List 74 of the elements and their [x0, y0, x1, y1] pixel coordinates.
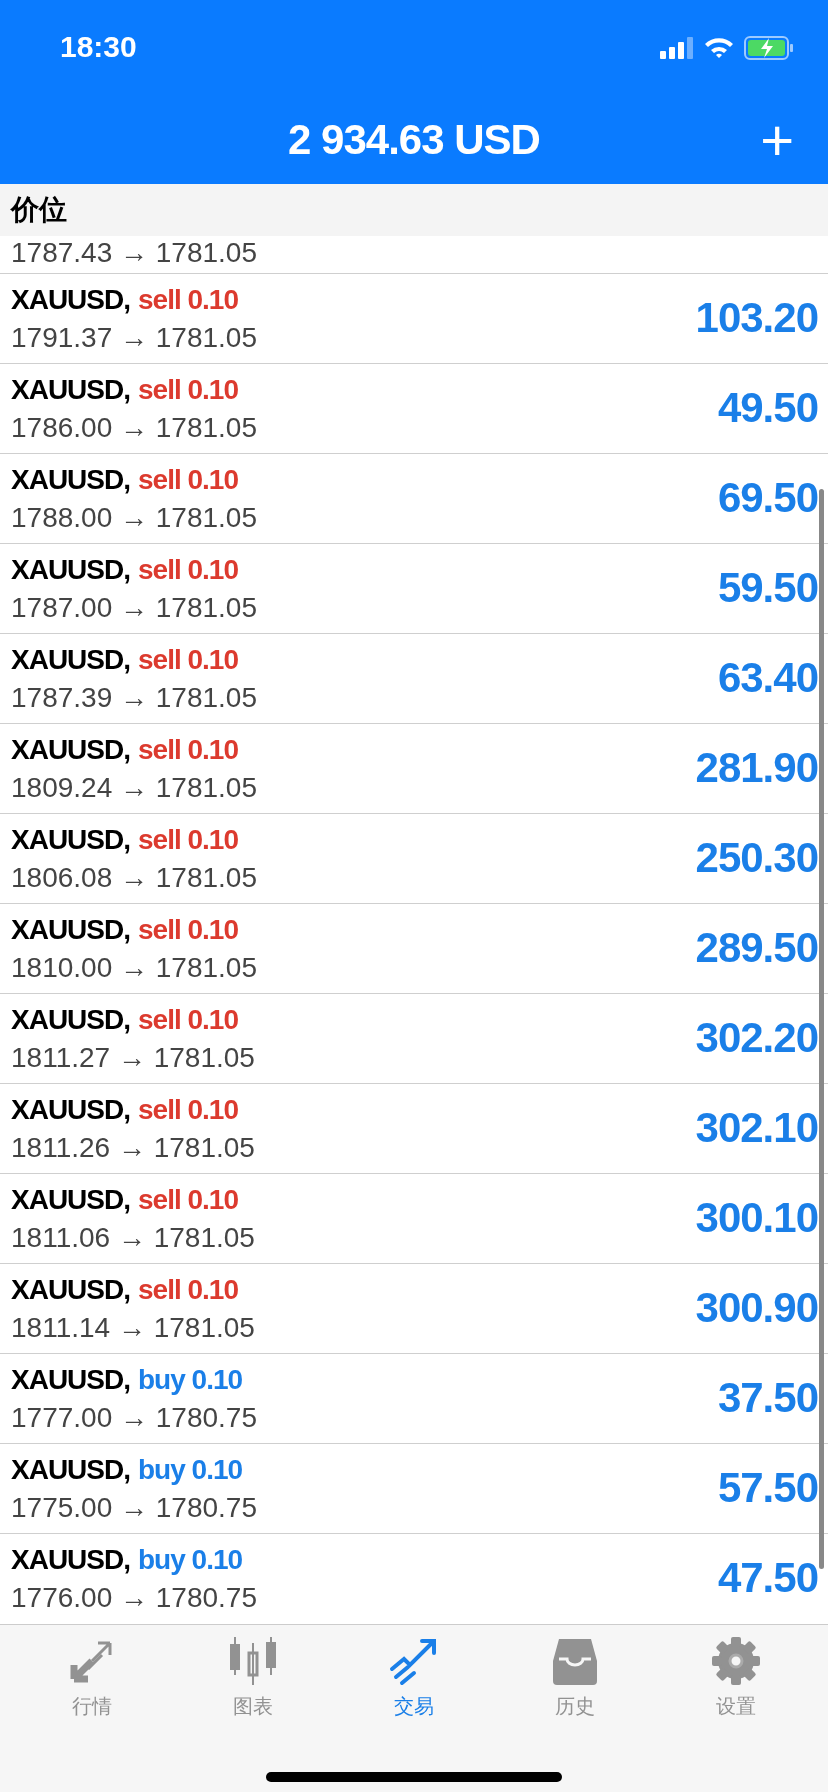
price-range: 1811.26 → 1781.05	[11, 1132, 255, 1164]
tab-item[interactable]: 行情	[32, 1635, 153, 1720]
symbol-label: XAUUSD,	[11, 464, 130, 496]
price-range: 1786.00 → 1781.05	[11, 412, 257, 444]
battery-charging-icon	[744, 36, 794, 60]
symbol-label: XAUUSD,	[11, 554, 130, 586]
profit-value: 302.10	[695, 1104, 818, 1152]
order-label: sell 0.10	[138, 554, 238, 586]
order-label: sell 0.10	[138, 1274, 238, 1306]
tab-item[interactable]: 设置	[675, 1635, 796, 1720]
order-label: sell 0.10	[138, 464, 238, 496]
profit-value: 69.50	[717, 474, 818, 522]
profit-value: 300.10	[695, 1194, 818, 1242]
symbol-label: XAUUSD,	[11, 1544, 130, 1576]
price-range: 1787.43 → 1781.05	[11, 237, 257, 269]
add-button[interactable]: +	[754, 110, 800, 170]
tab-item[interactable]: 交易	[354, 1635, 474, 1720]
order-label: sell 0.10	[138, 914, 238, 946]
symbol-label: XAUUSD,	[11, 824, 130, 856]
symbol-label: XAUUSD,	[11, 284, 130, 316]
price-range: 1776.00 → 1780.75	[11, 1582, 257, 1614]
tab-item[interactable]: 历史	[514, 1635, 635, 1720]
profit-value: 47.50	[717, 1554, 818, 1602]
profit-value: 250.30	[695, 834, 818, 882]
price-range: 1806.08 → 1781.05	[11, 862, 257, 894]
tab-item[interactable]: 图表	[193, 1635, 314, 1720]
symbol-label: XAUUSD,	[11, 1094, 130, 1126]
order-label: buy 0.10	[138, 1454, 243, 1486]
symbol-label: XAUUSD,	[11, 734, 130, 766]
profit-value: 103.20	[695, 294, 818, 342]
price-range: 1809.24 → 1781.05	[11, 772, 257, 804]
profit-value: 302.20	[695, 1014, 818, 1062]
profit-value: 57.50	[717, 1464, 818, 1512]
price-range: 1811.27 → 1781.05	[11, 1042, 255, 1074]
symbol-label: XAUUSD,	[11, 1274, 130, 1306]
profit-value: 37.50	[717, 1374, 818, 1422]
signal-icon	[660, 37, 694, 59]
symbol-label: XAUUSD,	[11, 1004, 130, 1036]
price-range: 1787.39 → 1781.05	[11, 682, 257, 714]
section-title: 价位	[11, 193, 67, 227]
profit-value: 289.50	[695, 924, 818, 972]
order-label: buy 0.10	[138, 1544, 243, 1576]
order-label: sell 0.10	[138, 1184, 238, 1216]
symbol-label: XAUUSD,	[11, 644, 130, 676]
order-label: sell 0.10	[138, 644, 238, 676]
order-label: sell 0.10	[138, 374, 238, 406]
price-range: 1811.06 → 1781.05	[11, 1222, 255, 1254]
price-range: 1787.00 → 1781.05	[11, 592, 257, 624]
price-range: 1788.00 → 1781.05	[11, 502, 257, 534]
profit-value: 59.50	[717, 564, 818, 612]
profit-value: 49.50	[717, 384, 818, 432]
wifi-icon	[704, 37, 734, 59]
symbol-label: XAUUSD,	[11, 1184, 130, 1216]
order-label: sell 0.10	[138, 1004, 238, 1036]
order-label: sell 0.10	[138, 1094, 238, 1126]
balance-title: 2 934.63 USD	[288, 116, 540, 164]
order-label: sell 0.10	[138, 824, 238, 856]
price-range: 1811.14 → 1781.05	[11, 1312, 255, 1344]
status-time: 18:30	[60, 30, 137, 64]
price-range: 1791.37 → 1781.05	[11, 322, 257, 354]
symbol-label: XAUUSD,	[11, 1454, 130, 1486]
price-range: 1775.00 → 1780.75	[11, 1492, 257, 1524]
profit-value: 300.90	[695, 1284, 818, 1332]
settings-icon	[709, 1635, 762, 1687]
order-label: sell 0.10	[138, 734, 238, 766]
price-range: 1777.00 → 1780.75	[11, 1402, 257, 1434]
order-label: sell 0.10	[138, 284, 238, 316]
symbol-label: XAUUSD,	[11, 1364, 130, 1396]
symbol-label: XAUUSD,	[11, 914, 130, 946]
symbol-label: XAUUSD,	[11, 374, 130, 406]
profit-value: 63.40	[717, 654, 818, 702]
order-label: buy 0.10	[138, 1364, 243, 1396]
profit-value: 281.90	[695, 744, 818, 792]
price-range: 1810.00 → 1781.05	[11, 952, 257, 984]
